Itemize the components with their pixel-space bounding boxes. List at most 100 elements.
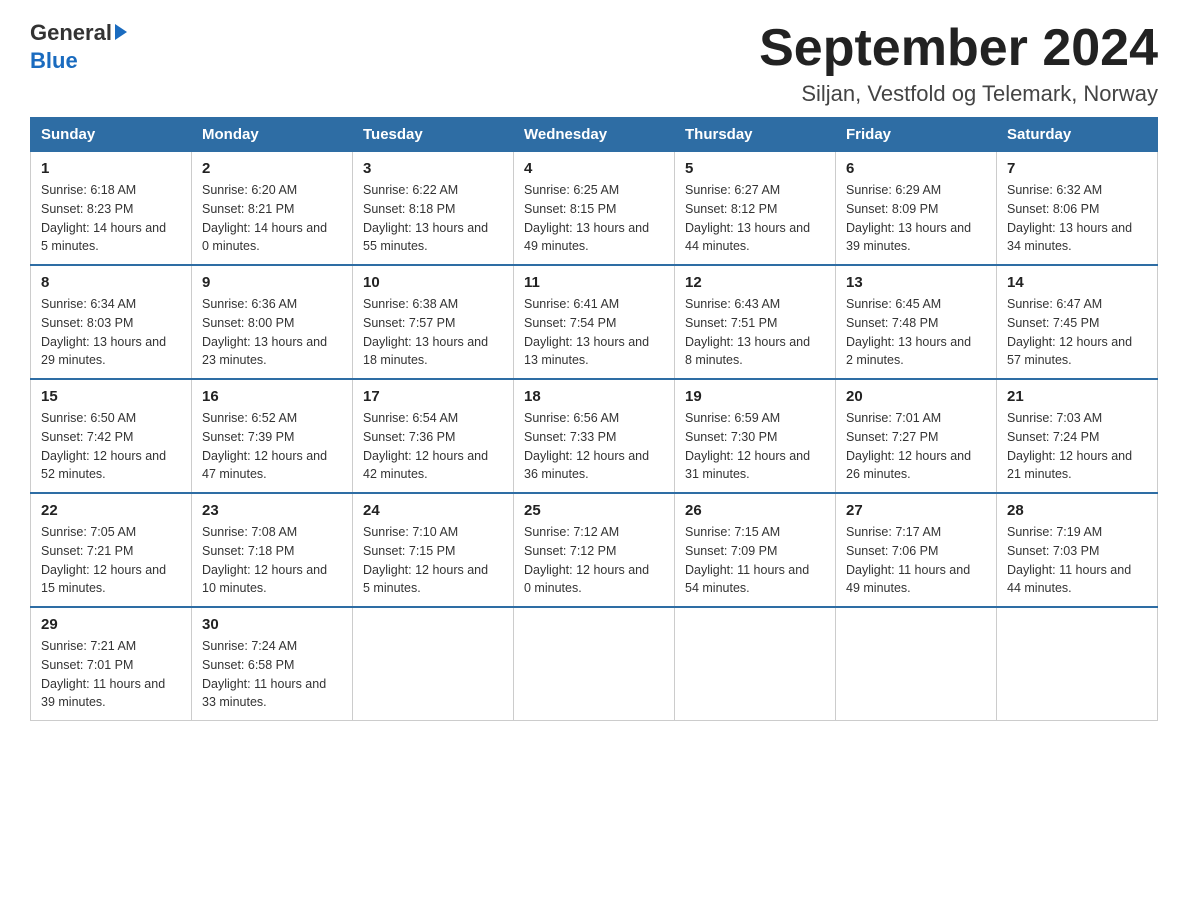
day-number: 4 — [524, 160, 664, 177]
calendar-cell: 24 Sunrise: 7:10 AM Sunset: 7:15 PM Dayl… — [353, 493, 514, 607]
calendar-cell: 21 Sunrise: 7:03 AM Sunset: 7:24 PM Dayl… — [997, 379, 1158, 493]
calendar-cell: 30 Sunrise: 7:24 AM Sunset: 6:58 PM Dayl… — [192, 607, 353, 721]
day-number: 6 — [846, 160, 986, 177]
day-number: 16 — [202, 388, 342, 405]
week-row-3: 15 Sunrise: 6:50 AM Sunset: 7:42 PM Dayl… — [31, 379, 1158, 493]
weekday-header-row: Sunday Monday Tuesday Wednesday Thursday… — [31, 118, 1158, 152]
calendar-cell — [675, 607, 836, 721]
day-number: 11 — [524, 274, 664, 291]
week-row-5: 29 Sunrise: 7:21 AM Sunset: 7:01 PM Dayl… — [31, 607, 1158, 721]
day-number: 25 — [524, 502, 664, 519]
calendar-cell: 16 Sunrise: 6:52 AM Sunset: 7:39 PM Dayl… — [192, 379, 353, 493]
calendar-cell — [353, 607, 514, 721]
day-number: 19 — [685, 388, 825, 405]
calendar-cell: 20 Sunrise: 7:01 AM Sunset: 7:27 PM Dayl… — [836, 379, 997, 493]
calendar-cell: 7 Sunrise: 6:32 AM Sunset: 8:06 PM Dayli… — [997, 152, 1158, 266]
day-info: Sunrise: 6:38 AM Sunset: 7:57 PM Dayligh… — [363, 295, 503, 370]
day-info: Sunrise: 6:20 AM Sunset: 8:21 PM Dayligh… — [202, 181, 342, 256]
day-info: Sunrise: 7:19 AM Sunset: 7:03 PM Dayligh… — [1007, 523, 1147, 598]
calendar-cell: 8 Sunrise: 6:34 AM Sunset: 8:03 PM Dayli… — [31, 265, 192, 379]
day-info: Sunrise: 6:43 AM Sunset: 7:51 PM Dayligh… — [685, 295, 825, 370]
calendar-table: Sunday Monday Tuesday Wednesday Thursday… — [30, 117, 1158, 721]
day-number: 22 — [41, 502, 181, 519]
day-number: 5 — [685, 160, 825, 177]
day-info: Sunrise: 7:21 AM Sunset: 7:01 PM Dayligh… — [41, 637, 181, 712]
day-info: Sunrise: 7:05 AM Sunset: 7:21 PM Dayligh… — [41, 523, 181, 598]
day-number: 21 — [1007, 388, 1147, 405]
calendar-cell: 11 Sunrise: 6:41 AM Sunset: 7:54 PM Dayl… — [514, 265, 675, 379]
calendar-cell: 5 Sunrise: 6:27 AM Sunset: 8:12 PM Dayli… — [675, 152, 836, 266]
day-info: Sunrise: 6:52 AM Sunset: 7:39 PM Dayligh… — [202, 409, 342, 484]
day-info: Sunrise: 7:24 AM Sunset: 6:58 PM Dayligh… — [202, 637, 342, 712]
logo-blue-text: Blue — [30, 48, 78, 74]
page-header: General Blue September 2024 Siljan, Vest… — [30, 20, 1158, 107]
day-number: 26 — [685, 502, 825, 519]
day-number: 12 — [685, 274, 825, 291]
day-number: 20 — [846, 388, 986, 405]
calendar-cell: 13 Sunrise: 6:45 AM Sunset: 7:48 PM Dayl… — [836, 265, 997, 379]
header-saturday: Saturday — [997, 118, 1158, 152]
header-monday: Monday — [192, 118, 353, 152]
day-info: Sunrise: 6:34 AM Sunset: 8:03 PM Dayligh… — [41, 295, 181, 370]
day-info: Sunrise: 7:03 AM Sunset: 7:24 PM Dayligh… — [1007, 409, 1147, 484]
day-info: Sunrise: 7:17 AM Sunset: 7:06 PM Dayligh… — [846, 523, 986, 598]
calendar-cell: 26 Sunrise: 7:15 AM Sunset: 7:09 PM Dayl… — [675, 493, 836, 607]
day-info: Sunrise: 7:10 AM Sunset: 7:15 PM Dayligh… — [363, 523, 503, 598]
calendar-cell: 14 Sunrise: 6:47 AM Sunset: 7:45 PM Dayl… — [997, 265, 1158, 379]
day-number: 14 — [1007, 274, 1147, 291]
calendar-cell: 2 Sunrise: 6:20 AM Sunset: 8:21 PM Dayli… — [192, 152, 353, 266]
day-info: Sunrise: 6:29 AM Sunset: 8:09 PM Dayligh… — [846, 181, 986, 256]
day-info: Sunrise: 6:32 AM Sunset: 8:06 PM Dayligh… — [1007, 181, 1147, 256]
calendar-cell: 9 Sunrise: 6:36 AM Sunset: 8:00 PM Dayli… — [192, 265, 353, 379]
day-info: Sunrise: 6:50 AM Sunset: 7:42 PM Dayligh… — [41, 409, 181, 484]
day-info: Sunrise: 7:12 AM Sunset: 7:12 PM Dayligh… — [524, 523, 664, 598]
day-number: 8 — [41, 274, 181, 291]
day-number: 28 — [1007, 502, 1147, 519]
calendar-cell — [836, 607, 997, 721]
calendar-cell: 28 Sunrise: 7:19 AM Sunset: 7:03 PM Dayl… — [997, 493, 1158, 607]
calendar-title: September 2024 — [759, 20, 1158, 77]
day-info: Sunrise: 7:08 AM Sunset: 7:18 PM Dayligh… — [202, 523, 342, 598]
day-info: Sunrise: 6:54 AM Sunset: 7:36 PM Dayligh… — [363, 409, 503, 484]
calendar-cell: 29 Sunrise: 7:21 AM Sunset: 7:01 PM Dayl… — [31, 607, 192, 721]
calendar-cell — [514, 607, 675, 721]
day-number: 29 — [41, 616, 181, 633]
day-number: 13 — [846, 274, 986, 291]
calendar-cell: 19 Sunrise: 6:59 AM Sunset: 7:30 PM Dayl… — [675, 379, 836, 493]
day-number: 9 — [202, 274, 342, 291]
day-info: Sunrise: 6:22 AM Sunset: 8:18 PM Dayligh… — [363, 181, 503, 256]
day-info: Sunrise: 6:18 AM Sunset: 8:23 PM Dayligh… — [41, 181, 181, 256]
calendar-cell: 27 Sunrise: 7:17 AM Sunset: 7:06 PM Dayl… — [836, 493, 997, 607]
day-info: Sunrise: 6:27 AM Sunset: 8:12 PM Dayligh… — [685, 181, 825, 256]
header-wednesday: Wednesday — [514, 118, 675, 152]
calendar-cell: 17 Sunrise: 6:54 AM Sunset: 7:36 PM Dayl… — [353, 379, 514, 493]
calendar-cell: 22 Sunrise: 7:05 AM Sunset: 7:21 PM Dayl… — [31, 493, 192, 607]
day-number: 27 — [846, 502, 986, 519]
day-info: Sunrise: 6:47 AM Sunset: 7:45 PM Dayligh… — [1007, 295, 1147, 370]
day-info: Sunrise: 6:59 AM Sunset: 7:30 PM Dayligh… — [685, 409, 825, 484]
day-number: 3 — [363, 160, 503, 177]
day-number: 10 — [363, 274, 503, 291]
title-block: September 2024 Siljan, Vestfold og Telem… — [759, 20, 1158, 107]
day-number: 2 — [202, 160, 342, 177]
day-number: 7 — [1007, 160, 1147, 177]
calendar-cell: 15 Sunrise: 6:50 AM Sunset: 7:42 PM Dayl… — [31, 379, 192, 493]
calendar-cell: 4 Sunrise: 6:25 AM Sunset: 8:15 PM Dayli… — [514, 152, 675, 266]
header-thursday: Thursday — [675, 118, 836, 152]
calendar-cell: 10 Sunrise: 6:38 AM Sunset: 7:57 PM Dayl… — [353, 265, 514, 379]
logo-arrow-icon — [115, 24, 127, 40]
day-number: 30 — [202, 616, 342, 633]
day-info: Sunrise: 7:01 AM Sunset: 7:27 PM Dayligh… — [846, 409, 986, 484]
calendar-cell: 25 Sunrise: 7:12 AM Sunset: 7:12 PM Dayl… — [514, 493, 675, 607]
header-sunday: Sunday — [31, 118, 192, 152]
day-info: Sunrise: 6:45 AM Sunset: 7:48 PM Dayligh… — [846, 295, 986, 370]
week-row-4: 22 Sunrise: 7:05 AM Sunset: 7:21 PM Dayl… — [31, 493, 1158, 607]
day-number: 24 — [363, 502, 503, 519]
logo-general-text: General — [30, 20, 112, 46]
header-friday: Friday — [836, 118, 997, 152]
calendar-cell: 18 Sunrise: 6:56 AM Sunset: 7:33 PM Dayl… — [514, 379, 675, 493]
logo: General Blue — [30, 20, 127, 74]
day-info: Sunrise: 6:56 AM Sunset: 7:33 PM Dayligh… — [524, 409, 664, 484]
calendar-cell: 23 Sunrise: 7:08 AM Sunset: 7:18 PM Dayl… — [192, 493, 353, 607]
day-number: 15 — [41, 388, 181, 405]
